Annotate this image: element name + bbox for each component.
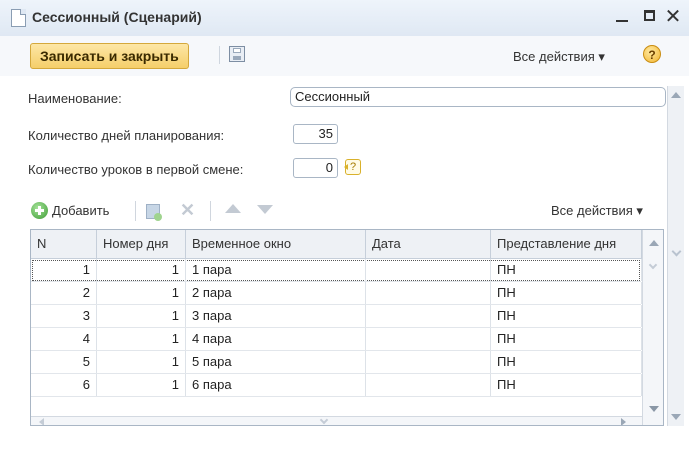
copy-row-icon[interactable] <box>146 204 162 221</box>
cell-date[interactable] <box>366 374 491 396</box>
all-actions-menu[interactable]: Все действия ▾ <box>513 49 605 65</box>
cell-day-view[interactable]: ПН <box>491 351 642 373</box>
cell-n[interactable]: 4 <box>31 328 97 350</box>
cell-n[interactable]: 6 <box>31 374 97 396</box>
table-row[interactable]: 616 пара ПН <box>31 374 642 397</box>
cell-day-number[interactable]: 1 <box>97 259 186 281</box>
cell-time-window[interactable]: 4 пара <box>186 328 366 350</box>
toolbar-separator <box>219 46 220 64</box>
title-bar[interactable]: Сессионный (Сценарий) ✕ <box>0 0 689 37</box>
table-scrollbar-horizontal[interactable] <box>31 415 642 425</box>
close-button[interactable]: ✕ <box>662 6 684 28</box>
lessons-field[interactable]: 0 <box>293 158 338 178</box>
cell-time-window[interactable]: 2 пара <box>186 282 366 304</box>
cell-n[interactable]: 3 <box>31 305 97 327</box>
scenario-form-window: Сессионный (Сценарий) ✕ Записать и закры… <box>0 0 689 451</box>
cell-day-view[interactable]: ПН <box>491 305 642 327</box>
column-header-day-number[interactable]: Номер дня <box>97 230 186 258</box>
name-label: Наименование: <box>28 91 122 106</box>
column-header-time-window[interactable]: Временное окно <box>186 230 366 258</box>
table-row[interactable]: 515 пара ПН <box>31 351 642 374</box>
scroll-right-icon[interactable] <box>621 418 626 425</box>
schedule-table[interactable]: N Номер дня Временное окно Дата Представ… <box>30 229 664 426</box>
table-row[interactable]: 111 пара ПН <box>31 259 642 282</box>
move-up-icon[interactable] <box>225 204 241 213</box>
cell-time-window[interactable]: 1 пара <box>186 259 366 281</box>
hint-icon[interactable]: ? <box>344 159 361 175</box>
cell-day-view[interactable]: ПН <box>491 282 642 304</box>
cell-date[interactable] <box>366 351 491 373</box>
cell-day-view[interactable]: ПН <box>491 328 642 350</box>
cell-time-window[interactable]: 5 пара <box>186 351 366 373</box>
scroll-up-icon[interactable] <box>649 240 659 246</box>
cell-day-number[interactable]: 1 <box>97 328 186 350</box>
window-title: Сессионный (Сценарий) <box>32 9 202 25</box>
toolbar-separator <box>135 201 136 221</box>
scroll-grip-icon <box>648 260 658 270</box>
scroll-down-icon[interactable] <box>671 414 681 420</box>
table-header: N Номер дня Временное окно Дата Представ… <box>31 230 663 259</box>
add-icon <box>31 202 48 219</box>
cell-n[interactable]: 5 <box>31 351 97 373</box>
cell-day-number[interactable]: 1 <box>97 282 186 304</box>
cell-date[interactable] <box>366 259 491 281</box>
cell-day-number[interactable]: 1 <box>97 374 186 396</box>
cell-n[interactable]: 2 <box>31 282 97 304</box>
save-icon[interactable] <box>229 46 245 62</box>
table-row[interactable]: 212 пара ПН <box>31 282 642 305</box>
lessons-label: Количество уроков в первой смене: <box>28 162 244 177</box>
form-scrollbar[interactable] <box>667 86 684 426</box>
cell-date[interactable] <box>366 282 491 304</box>
cell-n[interactable]: 1 <box>31 259 97 281</box>
add-label: Добавить <box>52 203 110 218</box>
column-header-date[interactable]: Дата <box>366 230 491 258</box>
days-field[interactable]: 35 <box>293 124 338 144</box>
help-icon[interactable]: ? <box>643 45 661 63</box>
scroll-grip-icon <box>671 246 682 257</box>
table-row[interactable]: 414 пара ПН <box>31 328 642 351</box>
days-label: Количество дней планирования: <box>28 128 225 143</box>
scroll-grip-icon <box>319 415 329 425</box>
cell-date[interactable] <box>366 328 491 350</box>
cell-day-view[interactable]: ПН <box>491 259 642 281</box>
column-header-n[interactable]: N <box>31 230 97 258</box>
move-down-icon[interactable] <box>257 205 273 214</box>
name-field[interactable]: Сессионный <box>290 87 666 107</box>
maximize-button[interactable] <box>638 6 660 28</box>
save-and-close-button[interactable]: Записать и закрыть <box>30 43 189 69</box>
table-all-actions-menu[interactable]: Все действия ▾ <box>551 203 643 219</box>
cell-day-number[interactable]: 1 <box>97 305 186 327</box>
scroll-up-icon[interactable] <box>671 92 681 98</box>
cell-day-number[interactable]: 1 <box>97 351 186 373</box>
maximize-icon <box>643 10 655 21</box>
command-bar: Записать и закрыть Все действия ▾ ? <box>0 36 689 76</box>
column-header-day-view[interactable]: Представление дня <box>491 230 642 258</box>
cell-day-view[interactable]: ПН <box>491 374 642 396</box>
scroll-down-icon[interactable] <box>649 406 659 412</box>
scroll-left-icon[interactable] <box>39 418 44 425</box>
cell-date[interactable] <box>366 305 491 327</box>
minimize-icon <box>616 20 628 22</box>
cell-time-window[interactable]: 6 пара <box>186 374 366 396</box>
table-row[interactable]: 313 пара ПН <box>31 305 642 328</box>
cell-time-window[interactable]: 3 пара <box>186 305 366 327</box>
toolbar-separator <box>210 201 211 221</box>
table-scrollbar-vertical[interactable] <box>642 230 663 425</box>
document-icon <box>11 9 26 27</box>
minimize-button[interactable] <box>611 6 633 28</box>
delete-icon[interactable]: ✕ <box>180 200 195 221</box>
